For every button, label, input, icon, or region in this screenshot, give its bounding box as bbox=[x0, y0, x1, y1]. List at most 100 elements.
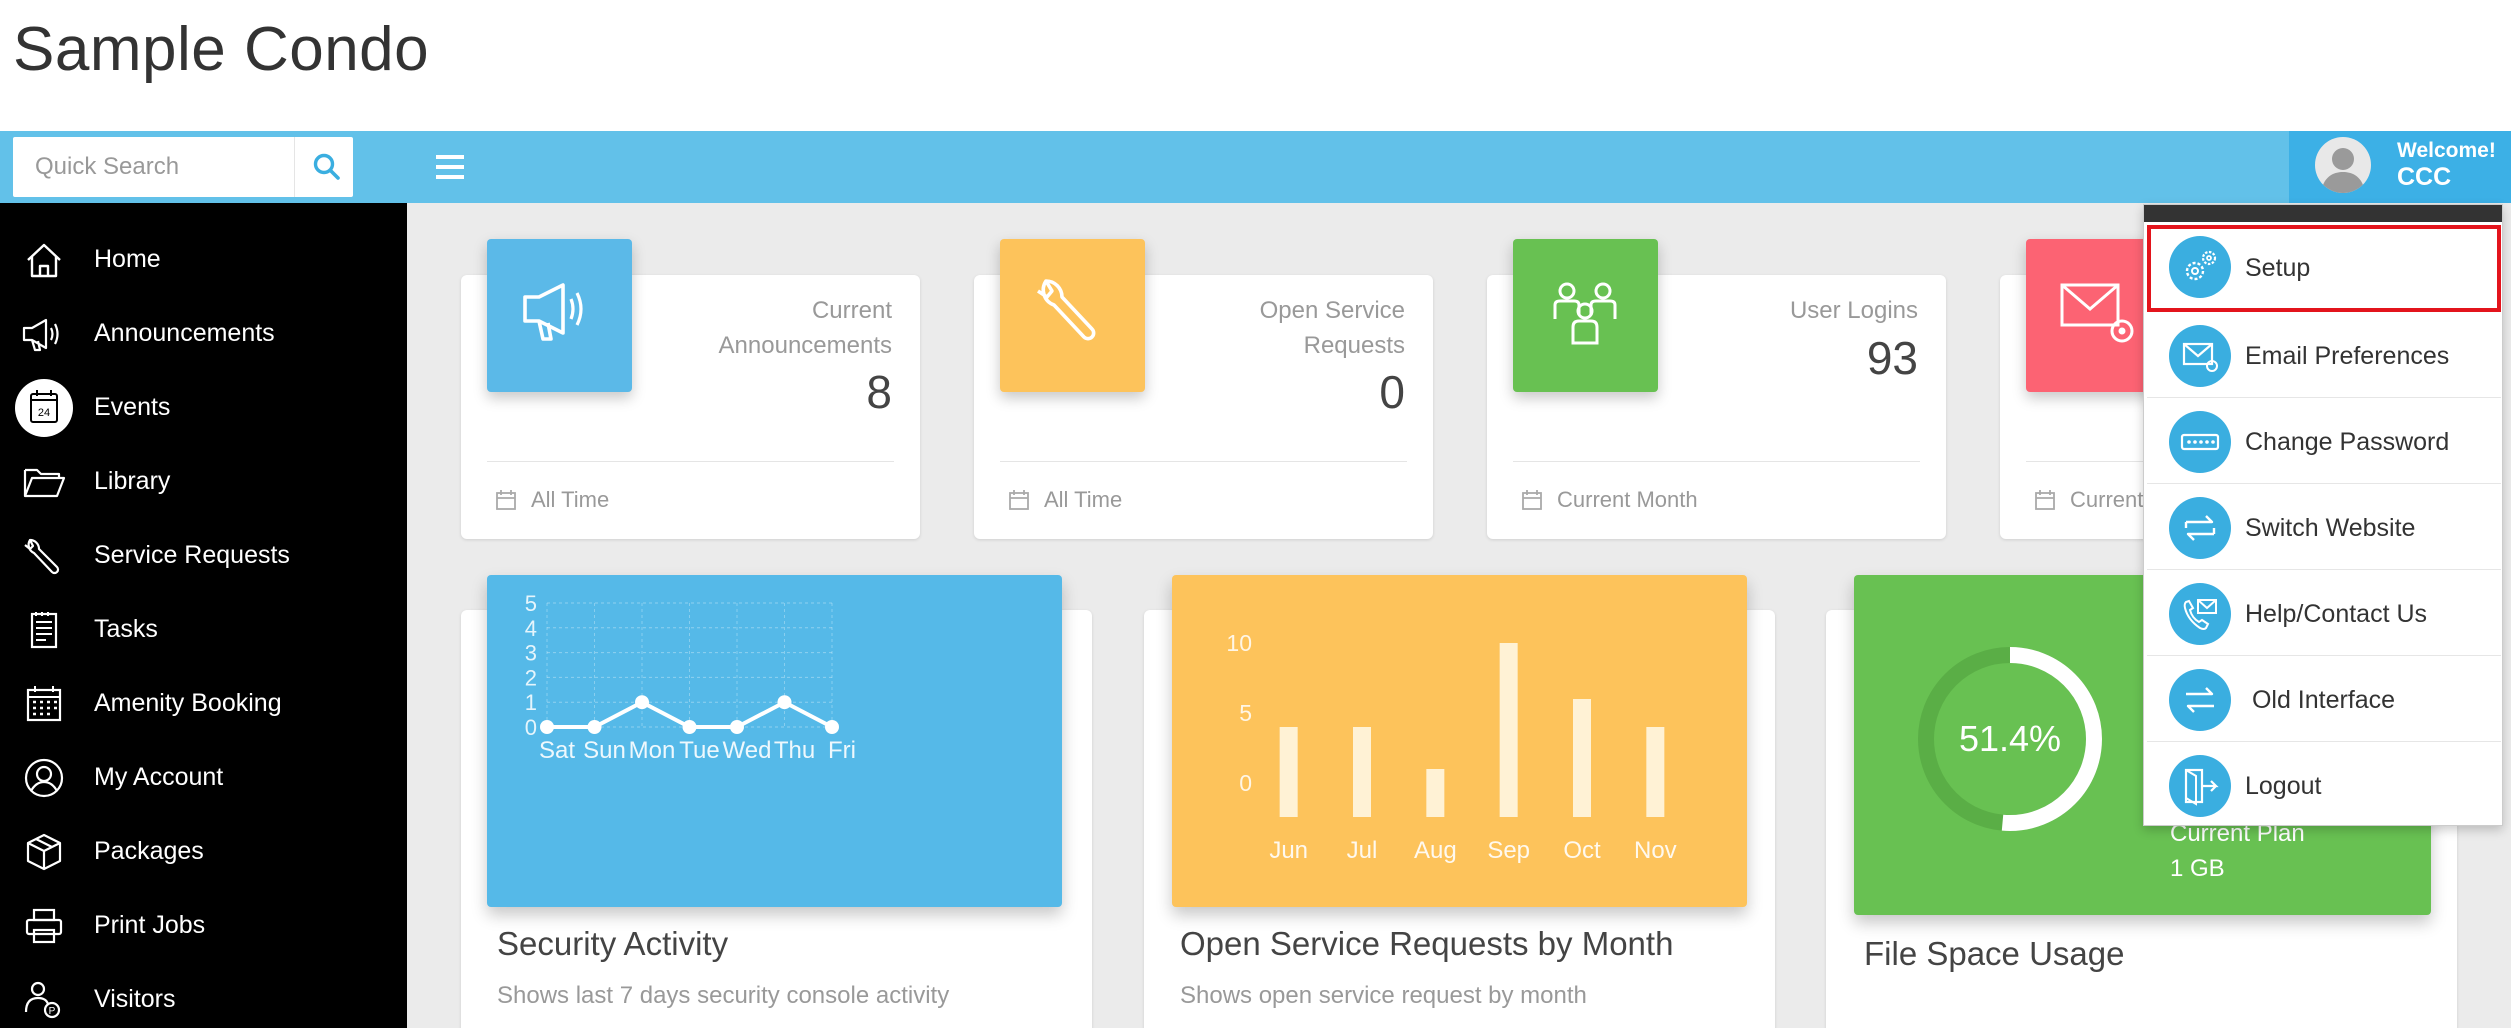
user-dropdown-menu: Setup Email Preferences Change Password … bbox=[2143, 204, 2503, 826]
page-title: Sample Condo bbox=[13, 15, 430, 84]
search-input[interactable] bbox=[13, 137, 283, 197]
wrench-icon bbox=[1037, 279, 1096, 341]
package-icon bbox=[26, 833, 62, 871]
sidebar-item-label: Home bbox=[94, 245, 161, 273]
menu-item-help-contact[interactable]: Help/Contact Us bbox=[2147, 572, 2501, 656]
y-tick-label: 0 bbox=[1239, 770, 1252, 796]
calendar-icon bbox=[2035, 490, 2055, 510]
divider bbox=[1513, 461, 1920, 462]
stat-footer: Current bbox=[2070, 487, 2144, 512]
data-point bbox=[587, 720, 602, 734]
y-tick-label: 5 bbox=[525, 591, 537, 616]
donut-percent-label: 51.4% bbox=[1959, 718, 2061, 759]
stat-footer: All Time bbox=[1044, 487, 1123, 512]
stat-footer: Current Month bbox=[1557, 487, 1698, 512]
menu-item-old-interface[interactable]: Old Interface bbox=[2147, 658, 2501, 742]
x-tick-label: Thu bbox=[774, 737, 815, 764]
avatar[interactable] bbox=[2315, 137, 2371, 193]
sidebar-item-visitors[interactable]: P Visitors bbox=[0, 968, 407, 1028]
calendar-icon bbox=[496, 490, 516, 510]
gears-icon bbox=[2169, 236, 2231, 298]
bar bbox=[1426, 769, 1445, 817]
menu-item-label: Old Interface bbox=[2245, 686, 2396, 714]
stat-tile-announcements bbox=[487, 239, 632, 392]
top-bar bbox=[0, 131, 2511, 203]
menu-item-label: Help/Contact Us bbox=[2245, 600, 2428, 628]
stat-label: Open Service Requests bbox=[1259, 297, 1405, 359]
sidebar: Home Announcements 24 Events Library Ser… bbox=[0, 203, 407, 1028]
menu-item-label: Email Preferences bbox=[2245, 342, 2450, 370]
stat-label: User Logins bbox=[1789, 297, 1918, 324]
bar bbox=[1499, 643, 1518, 817]
sidebar-item-label: Packages bbox=[94, 837, 204, 865]
welcome-text: Welcome! bbox=[2397, 139, 2496, 162]
email-settings-icon bbox=[2060, 283, 2134, 343]
sidebar-item-label: Events bbox=[94, 393, 171, 421]
menu-item-label: Logout bbox=[2245, 772, 2322, 800]
chart-subtitle: Shows last 7 days security console activ… bbox=[497, 982, 950, 1009]
bar bbox=[1573, 699, 1591, 817]
y-tick-label: 10 bbox=[1226, 630, 1252, 656]
x-tick-label: Aug bbox=[1414, 837, 1457, 864]
sidebar-item-amenity-booking[interactable]: Amenity Booking bbox=[0, 672, 407, 732]
switch-arrows-icon bbox=[2169, 497, 2231, 559]
chart-tile-service: 0 5 10 Jun Jul Aug Sep Oct Nov bbox=[1172, 575, 1747, 907]
home-icon bbox=[27, 243, 61, 278]
menu-item-switch-website[interactable]: Switch Website bbox=[2147, 486, 2501, 570]
service-bar-chart: 0 5 10 Jun Jul Aug Sep Oct Nov bbox=[1226, 630, 1677, 864]
x-tick-label: Sat bbox=[539, 737, 575, 764]
divider bbox=[1000, 461, 1407, 462]
password-icon bbox=[2169, 411, 2231, 473]
menu-item-label: Change Password bbox=[2245, 428, 2450, 456]
sidebar-item-home[interactable]: Home bbox=[0, 228, 407, 288]
printer-icon bbox=[25, 908, 63, 944]
security-line-chart: 012345 Sat Sun Mon Tue Wed Thu Fri bbox=[525, 591, 856, 764]
chart-title: Security Activity bbox=[497, 925, 729, 962]
sidebar-item-service-requests[interactable]: Service Requests bbox=[0, 524, 407, 584]
chart-title: Open Service Requests by Month bbox=[1180, 925, 1674, 962]
sidebar-item-tasks[interactable]: Tasks bbox=[0, 598, 407, 658]
menu-item-label: Switch Website bbox=[2245, 514, 2416, 542]
chart-title: File Space Usage bbox=[1864, 935, 2125, 972]
menu-item-label: Setup bbox=[2245, 254, 2311, 282]
x-tick-label: Nov bbox=[1634, 837, 1677, 864]
menu-item-logout[interactable]: Logout bbox=[2147, 744, 2501, 828]
dropdown-header bbox=[2144, 205, 2502, 222]
chart-tile-security: 0 1 2 3 4 5 Sat Sun Mon Tue Wed Thu Fri bbox=[487, 575, 1062, 907]
user-name: CCC bbox=[2397, 163, 2452, 191]
sidebar-item-announcements[interactable]: Announcements bbox=[0, 302, 407, 362]
sidebar-item-my-account[interactable]: My Account bbox=[0, 746, 407, 806]
sidebar-item-print-jobs[interactable]: Print Jobs bbox=[0, 894, 407, 954]
data-point bbox=[682, 720, 697, 734]
sidebar-item-label: Announcements bbox=[94, 319, 275, 347]
user-menu[interactable]: Welcome! CCC bbox=[2289, 131, 2511, 203]
x-tick-label: Sun bbox=[583, 737, 626, 764]
menu-item-email-preferences[interactable]: Email Preferences bbox=[2147, 314, 2501, 398]
menu-item-change-password[interactable]: Change Password bbox=[2147, 400, 2501, 484]
sidebar-item-label: Amenity Booking bbox=[94, 689, 282, 717]
sidebar-item-label: Tasks bbox=[94, 615, 158, 643]
sidebar-item-events[interactable]: 24 Events bbox=[0, 376, 407, 437]
events-badge-text: 24 bbox=[38, 407, 50, 419]
sidebar-item-label: Visitors bbox=[94, 985, 176, 1013]
checklist-icon bbox=[30, 612, 58, 649]
stat-label: Current Announcements bbox=[718, 297, 892, 359]
search-icon[interactable] bbox=[311, 151, 343, 183]
y-tick-label: 5 bbox=[1239, 700, 1252, 726]
x-tick-label: Tue bbox=[679, 737, 719, 764]
chart-subtitle: Shows open service request by month bbox=[1180, 982, 1587, 1009]
email-settings-icon bbox=[2169, 325, 2231, 387]
sidebar-item-label: My Account bbox=[94, 763, 224, 791]
visitor-icon: P bbox=[24, 981, 61, 1019]
menu-toggle-icon[interactable] bbox=[436, 155, 464, 179]
x-tick-label: Jul bbox=[1347, 837, 1378, 864]
quick-search bbox=[13, 137, 353, 197]
sidebar-item-library[interactable]: Library bbox=[0, 450, 407, 510]
data-point bbox=[730, 720, 744, 734]
users-group-icon bbox=[1553, 282, 1617, 345]
y-tick-label: 0 bbox=[525, 715, 537, 740]
wrench-icon bbox=[24, 538, 60, 575]
sidebar-item-packages[interactable]: Packages bbox=[0, 820, 407, 880]
data-point bbox=[635, 695, 649, 710]
menu-item-setup[interactable]: Setup bbox=[2147, 225, 2501, 312]
